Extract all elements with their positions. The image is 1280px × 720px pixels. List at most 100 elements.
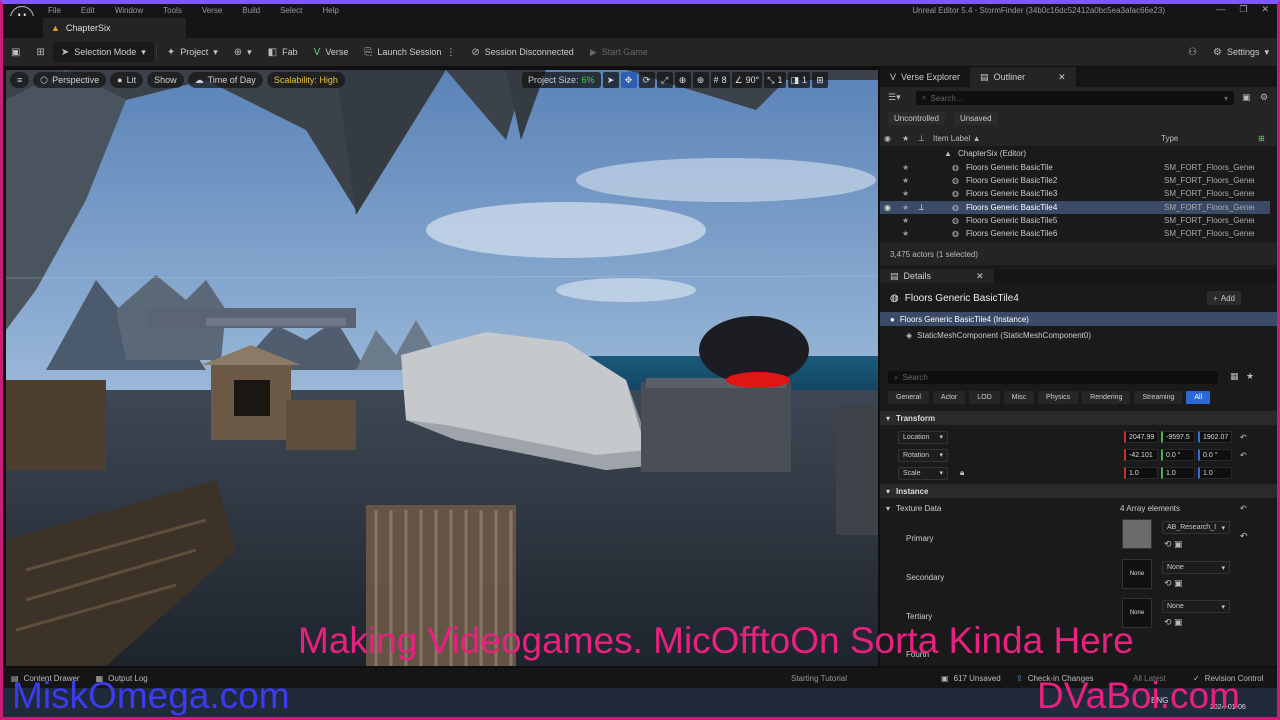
verse-button[interactable]: V Verse (306, 42, 357, 62)
start-game-button[interactable]: ▶ Start Game (582, 42, 656, 62)
filter-misc[interactable]: Misc (1003, 391, 1035, 404)
filter-physics[interactable]: Physics (1038, 391, 1079, 404)
angle-snap-button[interactable]: ∠ 90° (731, 72, 763, 88)
tab-details[interactable]: ▤ Details ✕ (880, 269, 994, 283)
tab-chaptersix[interactable]: ▲ ChapterSix (43, 18, 186, 38)
location-x[interactable]: 2047.99 (1124, 431, 1158, 443)
menu-window[interactable]: Window (115, 6, 143, 15)
close-icon[interactable]: ✕ (1058, 72, 1066, 83)
viewport-scene[interactable] (6, 70, 878, 666)
level-viewport[interactable]: ≡ ⬡ Perspective ● Lit Show ☁ Time of Day Sc… (6, 70, 878, 666)
rotation-dropdown[interactable]: Rotation ▾ (898, 448, 948, 462)
add-folder-icon[interactable]: ▣ (1242, 92, 1251, 103)
close-icon[interactable]: ✕ (1261, 4, 1269, 15)
reset-icon[interactable]: ↶ (1240, 433, 1247, 442)
world-space-button[interactable]: ⊕ (674, 72, 691, 88)
tertiary-texture-dropdown[interactable]: None ▾ (1162, 600, 1230, 613)
add-column-icon[interactable]: ⊞ (1258, 134, 1265, 143)
component-row[interactable]: ◈ StaticMeshComponent (StaticMeshComponen… (880, 328, 1277, 342)
menu-help[interactable]: Help (322, 6, 338, 15)
minimize-icon[interactable]: — (1216, 4, 1225, 15)
outliner-search-input[interactable]: ⌕ Search... ▾ (916, 91, 1234, 105)
uncontrolled-filter-chip[interactable]: Uncontrolled (888, 112, 945, 125)
star-icon[interactable]: ★ (902, 229, 909, 238)
outliner-row[interactable]: ★ ◍ Floors Generic BasicTile2 SM_FORT_Floor… (880, 174, 1270, 187)
lit-button[interactable]: ● Lit (110, 72, 144, 88)
pin-icon[interactable]: ⊥ (918, 134, 925, 143)
scale-dropdown[interactable]: Scale ▾ (898, 466, 948, 480)
add-actor-dropdown[interactable]: ⊕ ▾ (226, 42, 260, 62)
scalability-button[interactable]: Scalability: High (266, 72, 345, 88)
instance-category[interactable]: ▾ Instance (880, 484, 1277, 498)
menu-edit[interactable]: Edit (81, 6, 95, 15)
perspective-button[interactable]: ⬡ Perspective (33, 72, 107, 88)
favorite-icon[interactable]: ★ (1246, 371, 1254, 382)
star-icon[interactable]: ★ (902, 163, 909, 172)
scale-z[interactable]: 1.0 (1198, 467, 1232, 479)
primary-texture-thumbnail[interactable] (1122, 519, 1152, 549)
show-button[interactable]: Show (147, 72, 184, 88)
users-button[interactable]: ⚇ (1180, 42, 1205, 62)
filter-lod[interactable]: LOD (969, 391, 1000, 404)
location-z[interactable]: 1902.07 (1198, 431, 1232, 443)
browse-icon[interactable]: ⟲ ▣ (1164, 539, 1183, 550)
rotation-z[interactable]: 0.0 ° (1198, 449, 1232, 461)
menu-tools[interactable]: Tools (163, 6, 182, 15)
outliner-row[interactable]: ★ ◍ Floors Generic BasicTile3 SM_FORT_Floor… (880, 187, 1270, 200)
filter-streaming[interactable]: Streaming (1134, 391, 1183, 404)
browse-icon[interactable]: ⟲ ▣ (1164, 617, 1183, 628)
filter-general[interactable]: General (888, 391, 929, 404)
outliner-row[interactable]: ★ ◍ Floors Generic BasicTile6 SM_FORT_Floor… (880, 227, 1270, 240)
scale-tool-button[interactable]: ⤢ (656, 72, 673, 88)
rotation-x[interactable]: -42.101 (1124, 449, 1158, 461)
unsaved-filter-chip[interactable]: Unsaved (954, 112, 998, 125)
outliner-row[interactable]: ★ ◍ Floors Generic BasicTile SM_FORT_Floors… (880, 161, 1270, 174)
star-icon[interactable]: ★ (902, 189, 909, 198)
scale-snap-button[interactable]: ⤡ 1 (764, 72, 786, 88)
reset-icon[interactable]: ↶ (1240, 504, 1247, 513)
transform-category[interactable]: ▾ Transform (880, 411, 1277, 425)
close-icon[interactable]: ✕ (976, 271, 984, 282)
outliner-row[interactable]: ★ ◍ Floors Generic BasicTile5 SM_FORT_Floor… (880, 214, 1270, 227)
favorite-icon[interactable]: ★ (902, 134, 909, 143)
star-icon[interactable]: ★ (902, 176, 909, 185)
menu-verse[interactable]: Verse (202, 6, 222, 15)
project-size-indicator[interactable]: Project Size: 6% (522, 72, 601, 88)
filter-icon[interactable]: ☰▾ (888, 92, 901, 103)
scale-y[interactable]: 1.0 (1161, 467, 1195, 479)
outliner-row-selected[interactable]: ◉ ★ ⊥ ◍ Floors Generic BasicTile4 SM_FORT_Flo… (880, 201, 1270, 214)
grid-snap-button[interactable]: #8 (710, 72, 730, 88)
star-icon[interactable]: ★ (902, 216, 909, 225)
reset-icon[interactable]: ↶ (1240, 451, 1247, 460)
outliner-root-row[interactable]: ▲ ChapterSix (Editor) (880, 147, 1270, 160)
more-icon[interactable]: ⋮ (446, 47, 455, 58)
filter-actor[interactable]: Actor (932, 391, 966, 404)
camera-speed-button[interactable]: ◨ 1 (787, 72, 811, 88)
translate-tool-button[interactable]: ✥ (620, 72, 637, 88)
maximize-viewport-button[interactable]: ⊞ (812, 72, 829, 88)
add-component-button[interactable]: + Add (1207, 291, 1241, 305)
rotate-tool-button[interactable]: ⟳ (638, 72, 655, 88)
column-item-label[interactable]: Item Label ▲ (933, 134, 981, 143)
tab-verse-explorer[interactable]: V Verse Explorer (880, 67, 970, 87)
reset-icon[interactable]: ↶ (1240, 531, 1248, 542)
menu-build[interactable]: Build (242, 6, 260, 15)
settings-button[interactable]: ⚙ Settings ▾ (1205, 42, 1277, 62)
lock-icon[interactable]: 🔒︎ (960, 468, 964, 478)
secondary-texture-thumbnail[interactable]: None (1122, 559, 1152, 589)
filter-rendering[interactable]: Rendering (1082, 391, 1131, 404)
primary-texture-dropdown[interactable]: AB_Research_I ▾ (1162, 521, 1230, 534)
tab-outliner[interactable]: ▤ Outliner ✕ (970, 67, 1076, 87)
filter-all[interactable]: All (1186, 391, 1211, 404)
viewport-menu-button[interactable]: ≡ (10, 72, 30, 88)
select-tool-button[interactable]: ➤ (602, 72, 619, 88)
table-view-icon[interactable]: ▦ (1230, 371, 1239, 382)
maximize-icon[interactable]: ❐ (1239, 4, 1247, 15)
unsaved-button[interactable]: ▣ 617 Unsaved (933, 668, 1009, 688)
selection-mode-dropdown[interactable]: ➤ Selection Mode ▾ (52, 42, 154, 62)
time-of-day-button[interactable]: ☁ Time of Day (187, 72, 263, 88)
location-dropdown[interactable]: Location ▾ (898, 430, 948, 444)
rotation-y[interactable]: 0.0 ° (1161, 449, 1195, 461)
content-browser-button[interactable]: ⊞ (28, 42, 52, 62)
save-button[interactable]: ▣ (3, 42, 28, 62)
